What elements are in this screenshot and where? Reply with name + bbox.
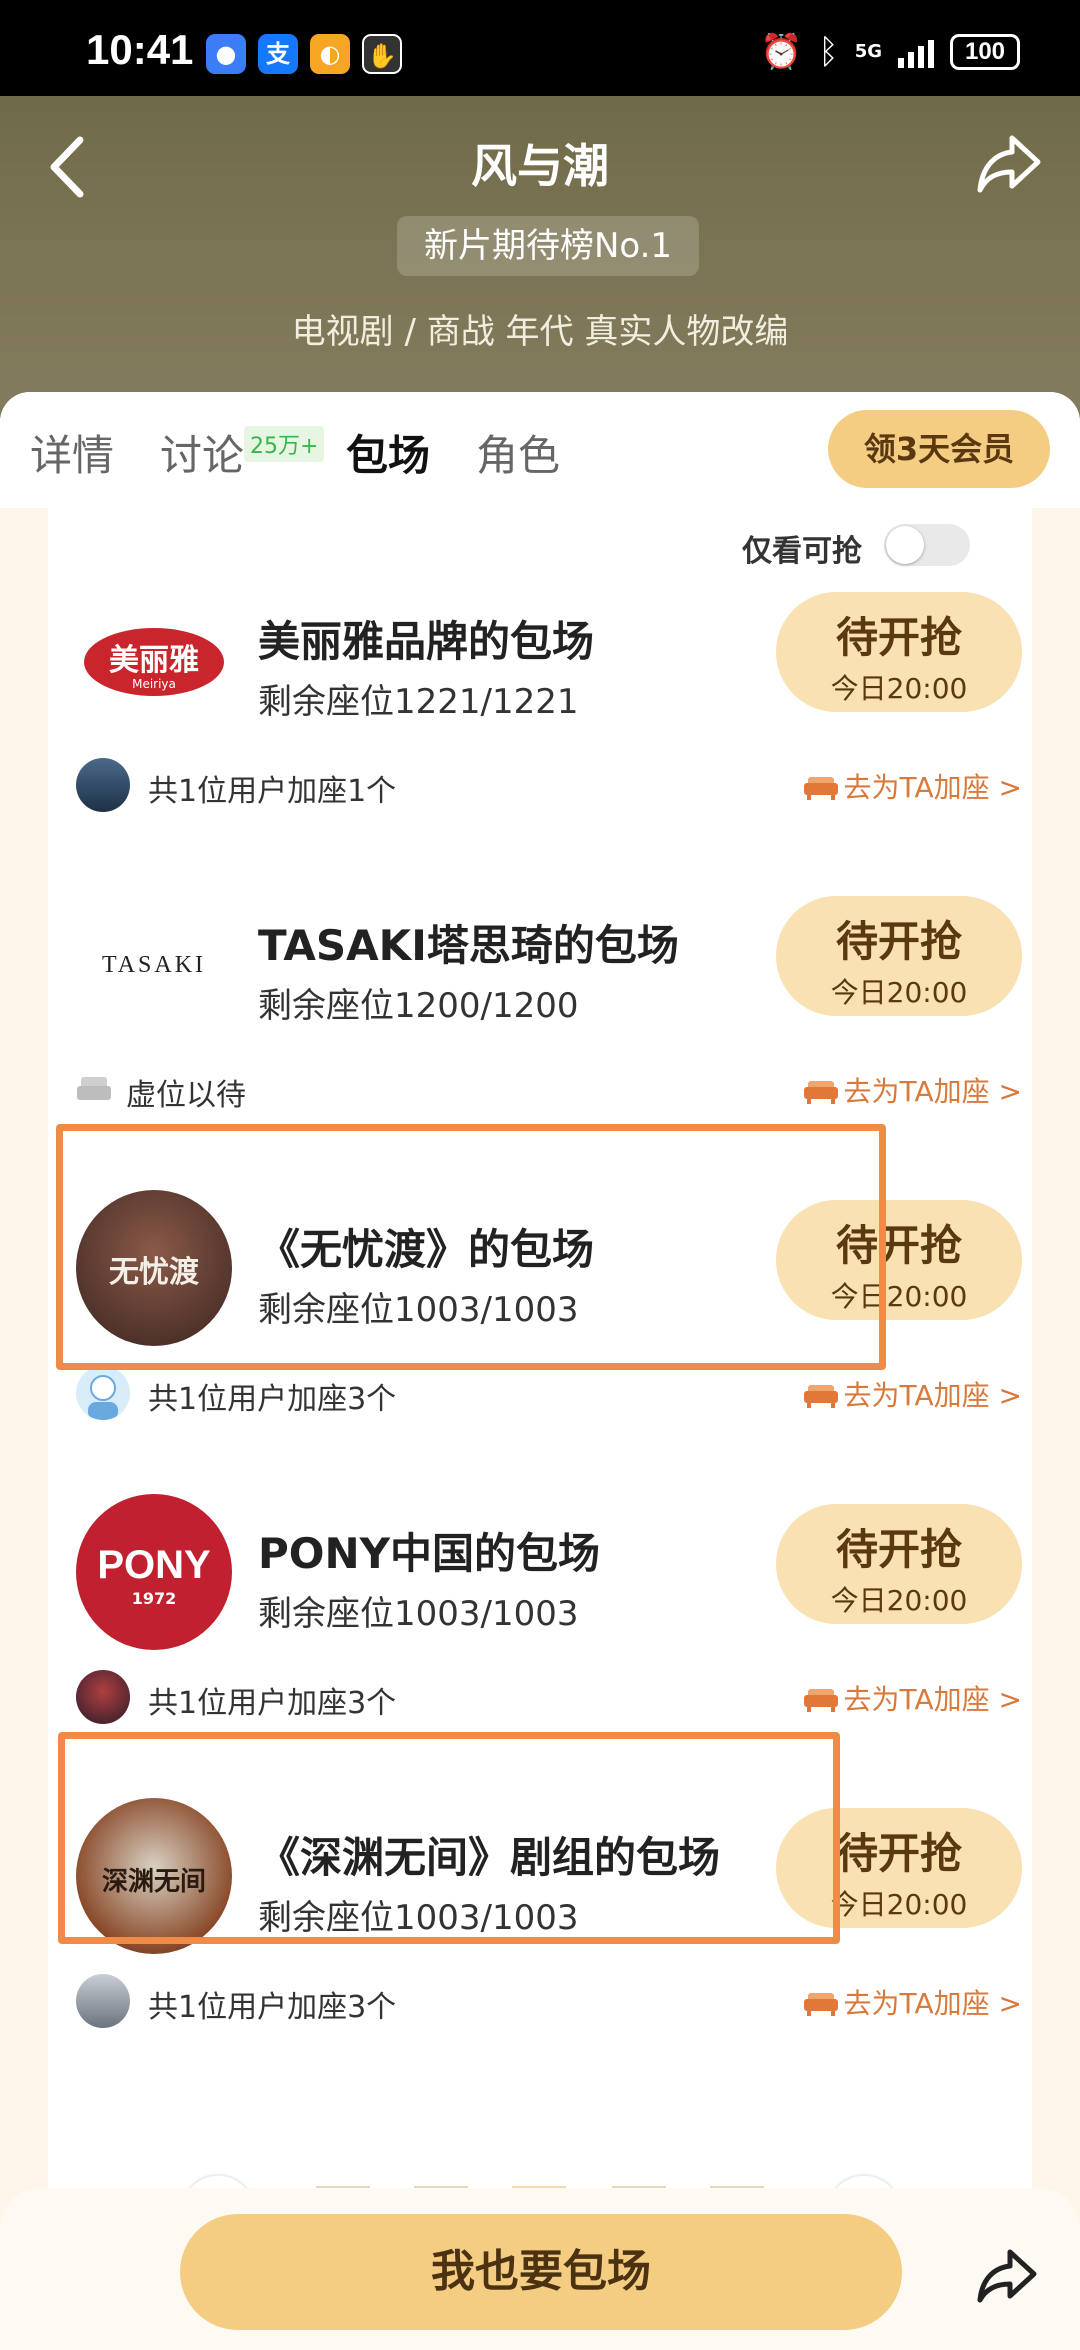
avatar <box>76 758 130 812</box>
screening-list: 仅看可抢 美丽雅 Meiriya 美丽雅品牌的包场 剩余座位1221/1221 … <box>48 508 1032 2348</box>
footer-text: 虚位以待 <box>126 1078 246 1113</box>
grab-button-label: 待开抢 <box>835 1525 962 1574</box>
network-type: 5G <box>854 41 882 62</box>
item-footer: 共1位用户加座3个 去为TA加座 > <box>76 1974 1022 2028</box>
add-seat-link[interactable]: 去为TA加座 > <box>803 1982 1022 2022</box>
sofa-icon <box>803 777 838 800</box>
add-seat-label: 去为TA加座 > <box>843 1987 1022 2020</box>
genre-line: 电视剧 / 商战 年代 真实人物改编 <box>291 312 789 352</box>
filter-toggle[interactable] <box>884 524 970 566</box>
brand-logo: TASAKI <box>76 886 232 1042</box>
item-footer: 共1位用户加座1个 去为TA加座 > <box>76 758 1022 812</box>
grab-button[interactable]: 待开抢 今日20:00 <box>776 1504 1022 1624</box>
page-title: 风与潮 <box>471 139 609 193</box>
tab-screening[interactable]: 包场 <box>346 422 430 483</box>
toggle-knob <box>886 526 924 564</box>
item-seats: 剩余座位1221/1221 <box>258 682 579 722</box>
battery-indicator: 100 <box>950 34 1020 70</box>
messages-app-icon: ● <box>206 34 246 74</box>
item-name: PONY中国的包场 <box>258 1529 601 1578</box>
add-seat-link[interactable]: 去为TA加座 > <box>803 1374 1022 1414</box>
svg-text:PONY: PONY <box>97 1543 211 1587</box>
tab-bar: 详情 讨论 25万+ 包场 角色 领3天会员 <box>0 392 1080 508</box>
tab-roles[interactable]: 角色 <box>476 422 560 483</box>
add-seat-link[interactable]: 去为TA加座 > <box>803 766 1022 806</box>
svg-text:1972: 1972 <box>132 1589 177 1608</box>
grab-button[interactable]: 待开抢 今日20:00 <box>776 592 1022 712</box>
status-bar: 10:41 ● 支 ◐ ✋ ⏰ ᛒ 5G 100 <box>0 0 1080 96</box>
add-seat-label: 去为TA加座 > <box>843 1075 1022 1108</box>
item-footer: 虚位以待 去为TA加座 > <box>76 1062 1022 1113</box>
alarm-icon: ⏰ <box>759 32 803 72</box>
orange-app-icon: ◐ <box>310 34 350 74</box>
brand-logo: PONY 1972 <box>76 1494 232 1650</box>
grab-button-time: 今日20:00 <box>830 1584 968 1617</box>
ranking-badge[interactable]: 新片期待榜No.1 <box>397 216 699 276</box>
item-seats: 剩余座位1003/1003 <box>258 1594 579 1634</box>
add-seat-link[interactable]: 去为TA加座 > <box>803 1070 1022 1110</box>
sofa-icon <box>803 1385 838 1408</box>
svg-text:TASAKI: TASAKI <box>102 952 206 978</box>
add-seat-label: 去为TA加座 > <box>843 771 1022 804</box>
book-screening-button[interactable]: 我也要包场 <box>180 2214 902 2330</box>
empty-seat-icon <box>77 1077 111 1100</box>
sofa-icon <box>803 1081 838 1104</box>
add-seat-label: 去为TA加座 > <box>843 1683 1022 1716</box>
add-seat-label: 去为TA加座 > <box>843 1379 1022 1412</box>
item-name: TASAKI塔思琦的包场 <box>258 921 679 970</box>
alipay-app-icon: 支 <box>258 34 298 74</box>
tab-discussion[interactable]: 讨论 <box>160 422 244 483</box>
avatar <box>76 1366 130 1420</box>
highlight-box <box>56 1124 886 1370</box>
brand-logo: 美丽雅 Meiriya <box>76 582 232 738</box>
item-name: 美丽雅品牌的包场 <box>258 617 595 666</box>
item-footer: 共1位用户加座3个 去为TA加座 > <box>76 1366 1022 1420</box>
bottom-bar: 我也要包场 <box>0 2188 1080 2350</box>
content-sheet: 详情 讨论 25万+ 包场 角色 领3天会员 仅看可抢 美丽雅 Meiriya … <box>0 392 1080 2350</box>
header: 风与潮 新片期待榜No.1 电视剧 / 商战 年代 真实人物改编 <box>0 96 1080 426</box>
svg-text:美丽雅: 美丽雅 <box>109 643 199 678</box>
footer-text: 共1位用户加座3个 <box>148 1382 397 1417</box>
vip-button[interactable]: 领3天会员 <box>828 410 1050 488</box>
grab-button-label: 待开抢 <box>835 917 962 966</box>
discussion-count-badge: 25万+ <box>244 426 325 462</box>
add-seat-link[interactable]: 去为TA加座 > <box>803 1678 1022 1718</box>
grab-button-label: 待开抢 <box>835 613 962 662</box>
sofa-icon <box>803 1689 838 1712</box>
footer-text: 共1位用户加座3个 <box>148 1990 397 2025</box>
share-icon[interactable] <box>976 2244 1038 2304</box>
grab-button-time: 今日20:00 <box>830 976 968 1009</box>
share-icon[interactable] <box>974 128 1044 198</box>
bluetooth-icon: ᛒ <box>818 32 839 72</box>
hand-app-icon: ✋ <box>362 34 402 74</box>
svg-text:Meiriya: Meiriya <box>132 677 176 691</box>
item-seats: 剩余座位1200/1200 <box>258 986 579 1026</box>
footer-text: 共1位用户加座1个 <box>148 774 397 809</box>
sofa-icon <box>803 1993 838 2016</box>
signal-icon <box>898 36 934 68</box>
grab-button-time: 今日20:00 <box>830 672 968 705</box>
filter-label: 仅看可抢 <box>742 534 862 569</box>
tab-details[interactable]: 详情 <box>30 422 114 483</box>
clock: 10:41 <box>86 26 194 73</box>
grab-button[interactable]: 待开抢 今日20:00 <box>776 896 1022 1016</box>
avatar <box>76 1974 130 2028</box>
list-item[interactable]: 美丽雅 Meiriya 美丽雅品牌的包场 剩余座位1221/1221 待开抢 今… <box>48 582 1032 882</box>
item-footer: 共1位用户加座3个 去为TA加座 > <box>76 1670 1022 1724</box>
highlight-box <box>58 1732 840 1944</box>
footer-text: 共1位用户加座3个 <box>148 1686 397 1721</box>
avatar <box>76 1670 130 1724</box>
